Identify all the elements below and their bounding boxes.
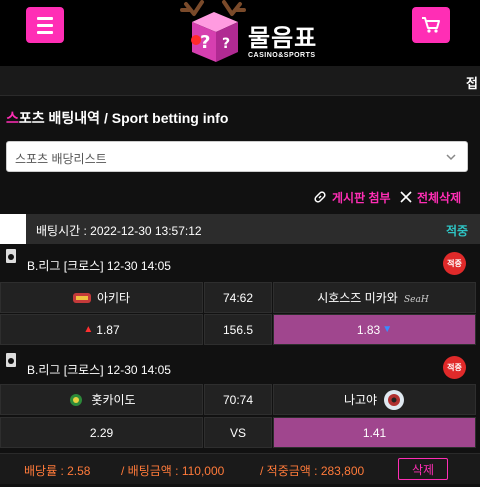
away-team-name: 나고야: [343, 393, 378, 407]
home-odds-cell[interactable]: ▲ 1.87: [0, 314, 203, 345]
arrow-down-icon: ▼: [382, 324, 393, 335]
home-odds: 1.87: [96, 322, 120, 337]
attach-label: 게시판 첨부: [332, 190, 391, 205]
away-team-cell: 시호스즈 미카와 SeaH: [273, 282, 476, 313]
logo-subtitle: CASINO&SPORTS: [248, 52, 316, 59]
game-title: B.리그 [크로스] 12-30 14:05: [27, 363, 171, 377]
home-odds-cell[interactable]: 2.29: [0, 417, 203, 448]
bet-summary: 배당률 : 2.58 / 배팅금액 : 110,000 / 적중금액 : 283…: [0, 453, 480, 484]
hamburger-icon: [37, 16, 53, 20]
close-icon: [400, 191, 412, 203]
sub-nav-bar: 접: [0, 66, 480, 96]
cart-icon: [422, 17, 440, 33]
game-score: 70:74: [222, 392, 254, 407]
delete-button[interactable]: 삭제: [398, 458, 448, 480]
team-emblem-icon: [70, 393, 83, 406]
arrow-up-icon: ▲: [83, 324, 94, 335]
top-bar: ? ? 물음표 CASINO&SPORTS: [0, 0, 480, 66]
list-type-select[interactable]: 스포츠 배당리스트: [6, 141, 468, 172]
chevron-down-icon: [446, 154, 456, 161]
select-value: 스포츠 배당리스트: [15, 152, 107, 166]
basketball-icon: [6, 353, 16, 367]
away-odds: 1.41: [362, 425, 387, 440]
handicap-cell[interactable]: 156.5: [204, 314, 272, 345]
bet-time: 배팅시간 : 2022-12-30 13:57:12: [36, 224, 202, 238]
score-cell: 70:74: [204, 384, 272, 415]
login-link[interactable]: 접: [466, 73, 478, 92]
away-odds-cell-selected[interactable]: 1.83 ▼: [273, 314, 476, 345]
home-team-cell: 홋카이도: [0, 384, 203, 415]
total-odds: 배당률 : 2.58: [24, 464, 91, 478]
hit-badge: 적중: [443, 356, 466, 379]
win-amount: / 적중금액 : 283,800: [260, 464, 365, 478]
hit-badge: 적중: [443, 252, 466, 275]
bet-select-checkbox[interactable]: [0, 214, 26, 244]
page-title-rest: 포츠 배팅내역 / Sport betting info: [18, 110, 229, 126]
basketball-icon: [6, 249, 16, 263]
menu-button[interactable]: [26, 7, 64, 43]
away-team-name: 시호스즈 미카와: [317, 291, 398, 305]
home-team-cell: 아키타: [0, 282, 203, 313]
team-emblem-icon: [384, 389, 405, 410]
team-emblem-icon: [72, 292, 91, 303]
logo-text: 물음표: [248, 24, 318, 52]
bet-status: 적중: [446, 224, 469, 238]
away-odds: 1.83: [356, 322, 381, 337]
game-header: B.리그 [크로스] 12-30 14:05 적중: [0, 350, 480, 384]
home-odds: 2.29: [89, 425, 114, 440]
cart-button[interactable]: [412, 7, 450, 43]
svg-text:?: ?: [200, 32, 210, 53]
game-title: B.리그 [크로스] 12-30 14:05: [27, 259, 171, 273]
home-team-name: 아키타: [96, 291, 131, 305]
delete-all-label: 전체삭제: [417, 190, 462, 205]
home-team-name: 홋카이도: [91, 393, 136, 407]
vs-label: VS: [229, 425, 246, 440]
game-header: B.리그 [크로스] 12-30 14:05 적중: [0, 246, 480, 280]
game-score: 74:62: [222, 290, 254, 305]
away-odds-cell-selected[interactable]: 1.41: [273, 417, 476, 448]
link-icon: [314, 191, 326, 203]
delete-all-button[interactable]: 전체삭제: [400, 188, 461, 206]
vs-cell[interactable]: VS: [204, 417, 272, 448]
away-team-cell: 나고야: [273, 384, 476, 415]
svg-text:SeaH: SeaH: [404, 295, 429, 305]
page-title: 스포츠 배팅내역 / Sport betting info: [6, 108, 228, 128]
svg-text:?: ?: [222, 36, 230, 52]
attach-to-board-button[interactable]: 게시판 첨부: [313, 188, 391, 206]
bet-amount: / 배팅금액 : 110,000: [121, 464, 225, 478]
team-emblem-icon: SeaH: [404, 295, 429, 305]
bet-header: 배팅시간 : 2022-12-30 13:57:12 적중: [0, 214, 480, 244]
score-cell: 74:62: [204, 282, 272, 313]
handicap-value: 156.5: [222, 322, 254, 337]
page-title-accent: 스: [6, 110, 19, 126]
